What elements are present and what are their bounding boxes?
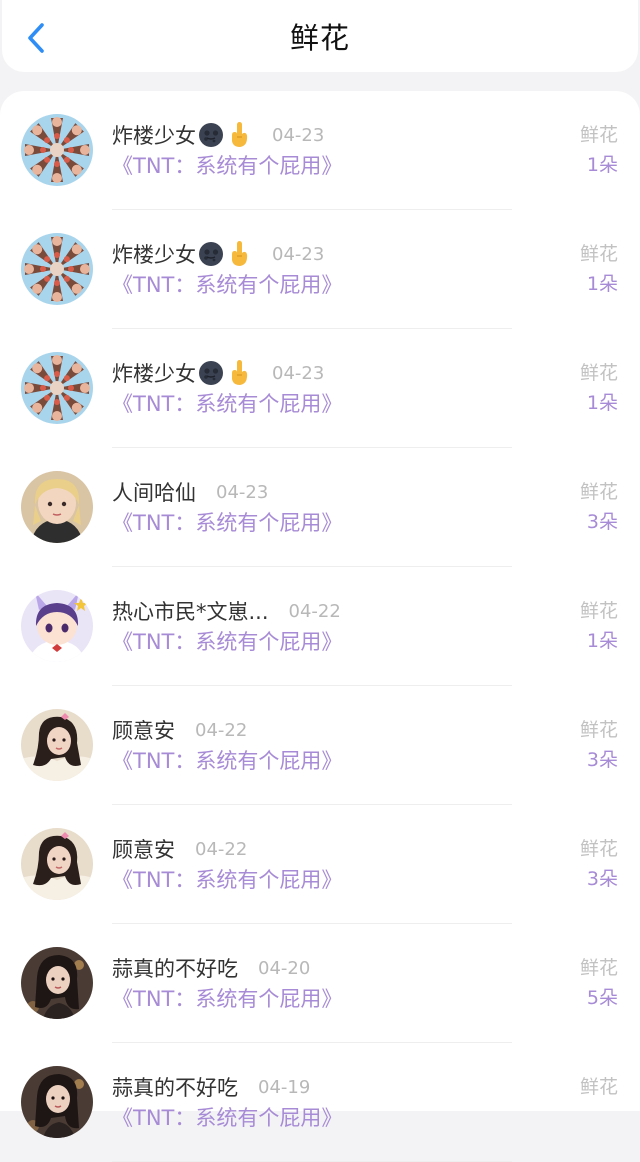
date-label: 04-23 [272,124,325,146]
user-name[interactable]: 顾意安 [112,715,175,745]
top-bar: 鲜花 [2,0,638,72]
gift-count: 3朵 [586,868,618,890]
user-name[interactable]: 蒜真的不好吃 [112,953,238,983]
list-item[interactable]: 顾意安 04-22 《TNT：系统有个屁用》 鲜花 3朵 [0,805,640,924]
gift-type-label: 鲜花 [579,719,618,741]
date-label: 04-20 [258,957,311,979]
user-name[interactable]: 顾意安 [112,834,175,864]
gift-type-label: 鲜花 [579,243,618,265]
gift-type-label: 鲜花 [579,838,618,860]
date-label: 04-22 [288,600,341,622]
middle-finger-icon [226,121,252,149]
user-name[interactable]: 人间哈仙 [112,477,196,507]
book-title-link[interactable]: 《TNT：系统有个屁用》 [112,1103,342,1133]
gift-count: 1朵 [586,273,618,295]
name-line: 人间哈仙 04-23 [112,476,268,508]
avatar[interactable] [21,114,93,186]
name-line: 炸楼少女 04-23 [112,238,324,270]
avatar[interactable] [21,709,93,781]
name-line: 炸楼少女 04-23 [112,119,324,151]
middle-finger-icon [226,359,252,387]
gift-count: 1朵 [586,630,618,652]
gift-type-label: 鲜花 [579,362,618,384]
user-name[interactable]: 炸楼少女 [112,120,196,150]
list-item[interactable]: 蒜真的不好吃 04-19 《TNT：系统有个屁用》 鲜花 [0,1043,640,1162]
list-item[interactable]: 顾意安 04-22 《TNT：系统有个屁用》 鲜花 3朵 [0,686,640,805]
book-title-link[interactable]: 《TNT：系统有个屁用》 [112,984,342,1014]
avatar[interactable] [21,233,93,305]
page-title: 鲜花 [289,21,350,55]
avatar[interactable] [21,1066,93,1138]
date-label: 04-23 [272,362,325,384]
gift-count: 5朵 [586,987,618,1009]
list-item[interactable]: 炸楼少女 04-23 《TNT：系统有个屁用》 鲜花 1朵 [0,210,640,329]
book-title-link[interactable]: 《TNT：系统有个屁用》 [112,151,342,181]
new-moon-face-icon [198,241,224,267]
name-line: 顾意安 04-22 [112,833,247,865]
gift-type-label: 鲜花 [579,957,618,979]
list-item[interactable]: 热心市民*文崽... 04-22 《TNT：系统有个屁用》 鲜花 1朵 [0,567,640,686]
list-item[interactable]: 蒜真的不好吃 04-20 《TNT：系统有个屁用》 鲜花 5朵 [0,924,640,1043]
book-title-link[interactable]: 《TNT：系统有个屁用》 [112,389,342,419]
name-line: 热心市民*文崽... 04-22 [112,595,341,627]
book-title-link[interactable]: 《TNT：系统有个屁用》 [112,746,342,776]
user-name[interactable]: 炸楼少女 [112,239,196,269]
avatar[interactable] [21,828,93,900]
new-moon-face-icon [198,122,224,148]
avatar[interactable] [21,947,93,1019]
list-item[interactable]: 炸楼少女 04-23 《TNT：系统有个屁用》 鲜花 1朵 [0,91,640,210]
book-title-link[interactable]: 《TNT：系统有个屁用》 [112,865,342,895]
book-title-link[interactable]: 《TNT：系统有个屁用》 [112,627,342,657]
gift-record-list: 炸楼少女 04-23 《TNT：系统有个屁用》 鲜花 1朵 炸楼少女 04-23 《TNT：系… [0,91,640,1162]
avatar[interactable] [21,352,93,424]
gift-count: 1朵 [586,392,618,414]
date-label: 04-19 [258,1076,311,1098]
gift-count: 1朵 [586,154,618,176]
new-moon-face-icon [198,360,224,386]
book-title-link[interactable]: 《TNT：系统有个屁用》 [112,508,342,538]
date-label: 04-22 [195,719,248,741]
middle-finger-icon [226,240,252,268]
user-name[interactable]: 热心市民*文崽... [112,596,269,626]
date-label: 04-23 [272,243,325,265]
gift-type-label: 鲜花 [579,124,618,146]
book-title-link[interactable]: 《TNT：系统有个屁用》 [112,270,342,300]
gift-count: 3朵 [586,511,618,533]
name-line: 蒜真的不好吃 04-20 [112,952,310,984]
gift-type-label: 鲜花 [579,1076,618,1098]
date-label: 04-23 [216,481,269,503]
name-line: 蒜真的不好吃 04-19 [112,1071,310,1103]
avatar[interactable] [21,471,93,543]
name-line: 炸楼少女 04-23 [112,357,324,389]
gift-type-label: 鲜花 [579,481,618,503]
avatar[interactable] [21,590,93,662]
list-item[interactable]: 人间哈仙 04-23 《TNT：系统有个屁用》 鲜花 3朵 [0,448,640,567]
date-label: 04-22 [195,838,248,860]
list-item[interactable]: 炸楼少女 04-23 《TNT：系统有个屁用》 鲜花 1朵 [0,329,640,448]
gift-type-label: 鲜花 [579,600,618,622]
gift-count: 3朵 [586,749,618,771]
user-name[interactable]: 炸楼少女 [112,358,196,388]
name-line: 顾意安 04-22 [112,714,247,746]
